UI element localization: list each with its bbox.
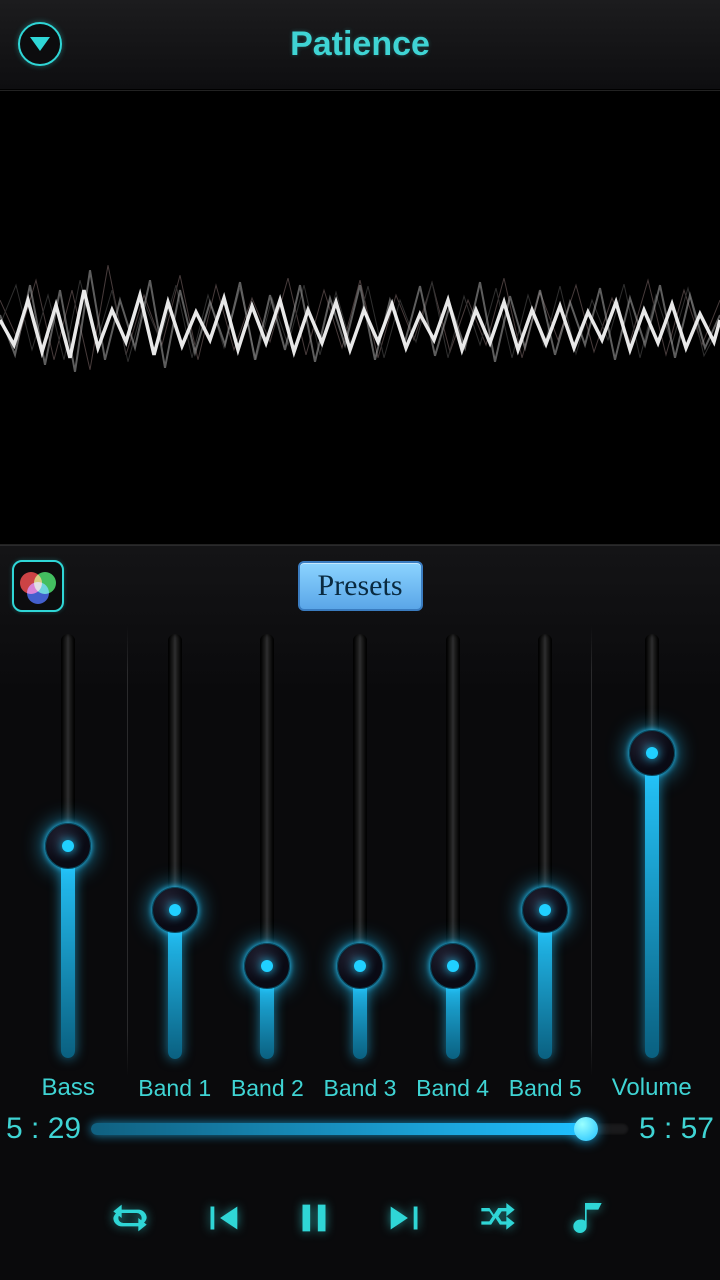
repeat-icon [110, 1198, 150, 1238]
slider-label: Band 4 [416, 1075, 489, 1106]
chevron-down-icon [30, 37, 50, 51]
waveform-visualizer [0, 90, 720, 545]
skip-previous-icon [199, 1195, 245, 1241]
next-button[interactable] [378, 1190, 434, 1246]
slider-label: Band 1 [138, 1075, 211, 1106]
skip-next-icon [383, 1195, 429, 1241]
slider-label: Band 3 [324, 1075, 397, 1106]
seek-bar[interactable] [91, 1123, 629, 1135]
duration-time: 5 : 57 [639, 1112, 714, 1146]
equalizer-top-row: Presets [0, 556, 720, 616]
slider-label: Band 2 [231, 1075, 304, 1106]
slider-band1[interactable]: Band 1 [128, 626, 221, 1106]
shuffle-button[interactable] [470, 1190, 526, 1246]
progress-row: 5 : 29 5 : 57 [4, 1112, 716, 1146]
slider-label: Volume [612, 1074, 692, 1106]
visualizer-mode-button[interactable] [12, 560, 64, 612]
pause-button[interactable] [286, 1190, 342, 1246]
slider-band5[interactable]: Band 5 [499, 626, 592, 1106]
presets-button[interactable]: Presets [298, 561, 423, 611]
player-root: Patience Presets [0, 0, 720, 1280]
sliders-area: Bass Band 1 Band 2 [0, 616, 720, 1110]
controls-row [4, 1164, 716, 1272]
music-note-icon [570, 1198, 610, 1238]
waveform-icon [0, 91, 720, 544]
playback-bar: 5 : 29 5 : 57 [0, 1110, 720, 1280]
previous-button[interactable] [194, 1190, 250, 1246]
repeat-button[interactable] [102, 1190, 158, 1246]
dropdown-button[interactable] [18, 22, 62, 66]
track-title: Patience [290, 25, 430, 64]
slider-volume[interactable]: Volume [592, 626, 712, 1106]
slider-label: Band 5 [509, 1075, 582, 1106]
header: Patience [0, 0, 720, 90]
equalizer-panel: Presets Bass Band 1 [0, 545, 720, 1280]
pause-icon [291, 1195, 337, 1241]
slider-band2[interactable]: Band 2 [221, 626, 314, 1106]
slider-band3[interactable]: Band 3 [314, 626, 407, 1106]
current-time: 5 : 29 [6, 1112, 81, 1146]
rgb-circles-icon [20, 568, 56, 604]
library-button[interactable] [562, 1190, 618, 1246]
shuffle-icon [478, 1198, 518, 1238]
slider-band4[interactable]: Band 4 [406, 626, 499, 1106]
slider-bass[interactable]: Bass [8, 626, 128, 1106]
slider-label: Bass [42, 1074, 95, 1106]
